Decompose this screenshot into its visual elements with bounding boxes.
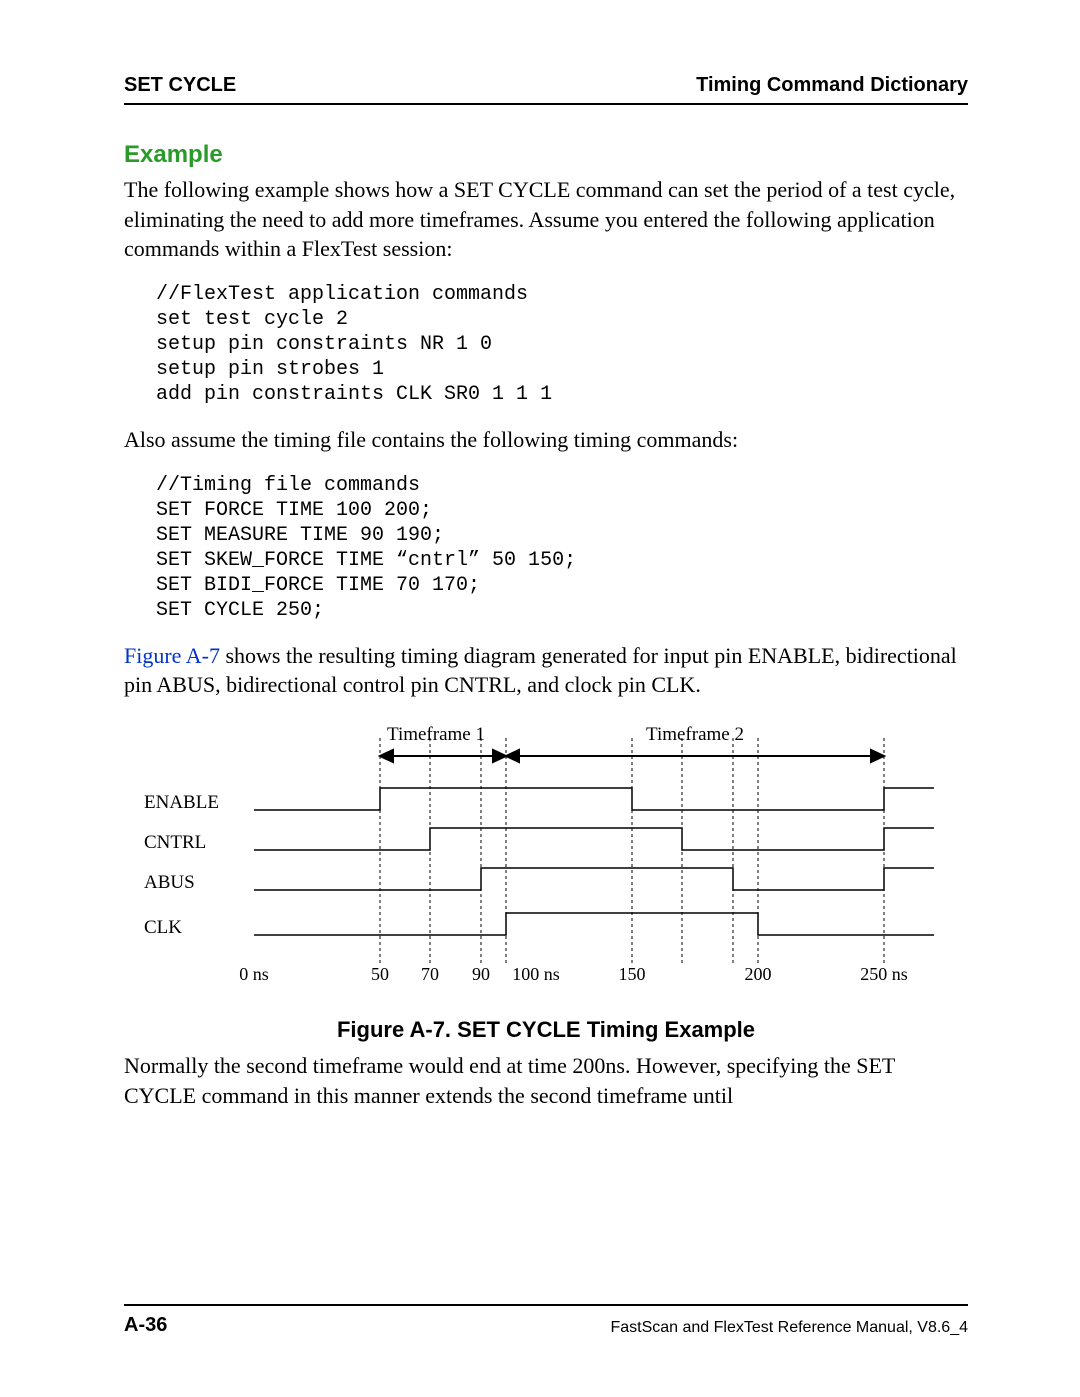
code-block-2: //Timing file commands SET FORCE TIME 10… xyxy=(156,473,968,623)
tick-100: 100 ns xyxy=(512,964,560,984)
header-right: Timing Command Dictionary xyxy=(696,74,968,97)
label-enable: ENABLE xyxy=(144,792,219,813)
waveforms xyxy=(254,788,934,935)
para-3-rest: shows the resulting timing diagram gener… xyxy=(124,643,957,698)
timing-diagram: Timeframe 1 Timeframe 2 ENABLE CNTRL ABU… xyxy=(124,718,968,1003)
timeframe2-label: Timeframe 2 xyxy=(646,724,744,745)
para-2: Also assume the timing file contains the… xyxy=(124,425,968,455)
page: SET CYCLE Timing Command Dictionary Exam… xyxy=(0,0,1080,1397)
page-header: SET CYCLE Timing Command Dictionary xyxy=(124,74,968,105)
page-footer: A-36 FastScan and FlexTest Reference Man… xyxy=(124,1304,968,1337)
signal-labels: ENABLE CNTRL ABUS CLK xyxy=(144,792,219,938)
tick-200: 200 xyxy=(745,964,772,984)
section-heading: Example xyxy=(124,141,968,169)
code-block-1: //FlexTest application commands set test… xyxy=(156,282,968,407)
label-clk: CLK xyxy=(144,917,182,938)
label-cntrl: CNTRL xyxy=(144,832,206,853)
tick-150: 150 xyxy=(619,964,646,984)
para-1: The following example shows how a SET CY… xyxy=(124,175,968,264)
header-left: SET CYCLE xyxy=(124,74,236,97)
label-abus: ABUS xyxy=(144,872,195,893)
para-3: Figure A-7 shows the resulting timing di… xyxy=(124,641,968,700)
figure-link[interactable]: Figure A-7 xyxy=(124,643,220,668)
figure-caption: Figure A-7. SET CYCLE Timing Example xyxy=(124,1017,968,1043)
tick-250: 250 ns xyxy=(860,964,908,984)
timing-diagram-svg: Timeframe 1 Timeframe 2 ENABLE CNTRL ABU… xyxy=(124,718,964,998)
tick-70: 70 xyxy=(421,964,439,984)
footer-page-number: A-36 xyxy=(124,1314,167,1337)
footer-doc-title: FastScan and FlexTest Reference Manual, … xyxy=(610,1319,968,1337)
tick-50: 50 xyxy=(371,964,389,984)
para-4: Normally the second timeframe would end … xyxy=(124,1051,968,1110)
x-axis-labels: 0 ns 50 70 90 100 ns 150 200 250 ns xyxy=(239,964,908,984)
timeframe1-label: Timeframe 1 xyxy=(387,724,485,745)
tick-0: 0 ns xyxy=(239,964,269,984)
tick-90: 90 xyxy=(472,964,490,984)
